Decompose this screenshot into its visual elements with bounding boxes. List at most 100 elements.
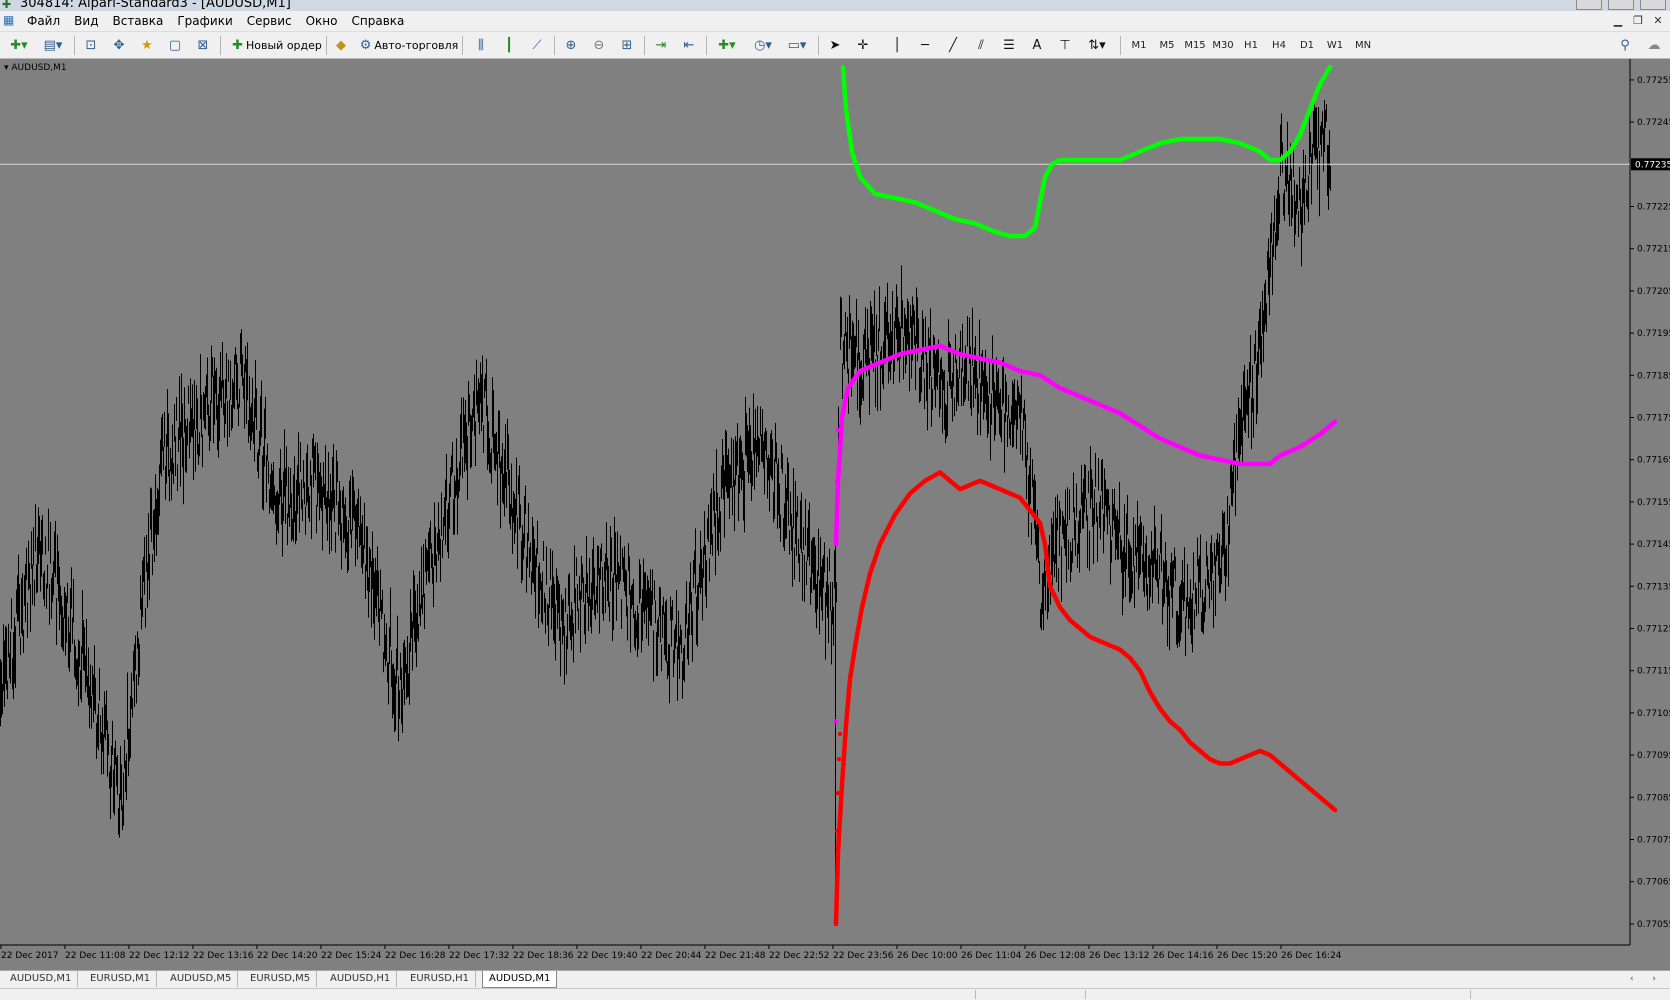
menu-view[interactable]: Вид [67,13,105,29]
zoom-out-button[interactable]: ⊖ [588,35,610,55]
trendline-button[interactable]: ╱ [942,35,964,55]
menu-file[interactable]: Файл [20,13,67,29]
fibonacci-button[interactable]: ☰ [998,35,1020,55]
editor-icon: ◆ [336,37,346,53]
text-button[interactable]: A [1026,35,1048,55]
tab-eurusd-m5[interactable]: EURUSD,M5 [244,971,318,987]
new-chart-button[interactable]: ✚▾ [4,35,34,55]
market-watch-button[interactable]: ⊡ [80,35,102,55]
auto-scroll-button[interactable]: ⇥ [650,35,672,55]
window-title: 304814: Alpari-Standard3 - [AUDUSD,M1] [20,0,291,11]
middle-band-dot [833,719,839,724]
text-label-button[interactable]: ⊤ [1054,35,1076,55]
candlestick-button[interactable]: ┃ [498,35,520,55]
time-tick-label: 26 Dec 16:24 [1281,951,1342,961]
timeframe-h4-button[interactable]: H4 [1266,35,1292,55]
price-tick-label: 0.77125 [1637,625,1670,635]
chart-window-icon[interactable]: ▦ [3,13,14,27]
tab-audusd-m5[interactable]: AUDUSD,M5 [164,971,239,987]
window-titlebar: ✚ 304814: Alpari-Standard3 - [AUDUSD,M1] [0,0,1670,11]
periods-button[interactable]: ◷▾ [748,35,778,55]
horizontal-line-button[interactable]: ─ [914,35,936,55]
autotrading-button[interactable]: ⚙ Авто-торговля [356,35,462,55]
tab-audusd-m1-active[interactable]: AUDUSD,M1 [482,971,558,988]
indicators-button[interactable]: ✚▾ [712,35,742,55]
mdi-restore-icon[interactable]: ❐ [1630,13,1646,28]
favorites-button[interactable]: ★ [136,35,158,55]
horizontal-line-icon: ─ [921,37,929,53]
menu-tools[interactable]: Сервис [240,13,299,29]
close-button[interactable] [1640,0,1666,10]
timeframe-mn-button[interactable]: MN [1350,35,1376,55]
time-tick-label: 22 Dec 21:48 [705,951,766,961]
timeframe-w1-button[interactable]: W1 [1322,35,1348,55]
chart-shift-icon: ⇤ [683,37,695,53]
navigator-button[interactable]: ✥ [108,35,130,55]
metaeditor-button[interactable]: ◆ [330,35,352,55]
chart-symbol-text: AUDUSD,M1 [11,63,67,73]
profiles-button[interactable]: ▤▾ [38,35,68,55]
timeframe-h1-button[interactable]: H1 [1238,35,1264,55]
indicators-icon: ✚▾ [718,37,736,53]
terminal-button[interactable]: ▢ [164,35,186,55]
price-tick-label: 0.77055 [1637,920,1670,930]
crosshair-button[interactable]: ✛ [852,35,874,55]
channel-button[interactable]: ⫽ [970,35,992,55]
vertical-line-button[interactable]: │ [886,35,908,55]
community-button[interactable]: ☁ [1642,35,1666,55]
price-tick-label: 0.77135 [1637,582,1670,592]
minimize-button[interactable] [1576,0,1602,10]
lower-band-dot [834,828,840,834]
chart-window[interactable]: 0.77255 0.77245 0.77235 0.77225 0.77215 0.772… [0,59,1670,970]
toolbar-separator [818,36,819,55]
timeframe-m15-button[interactable]: M15 [1182,35,1208,55]
tile-windows-icon: ⊞ [621,37,633,53]
window-controls [1576,0,1666,10]
status-bar [0,988,1670,1000]
bar-chart-icon: ⫼ [478,37,484,53]
toolbar-separator [326,36,327,55]
maximize-button[interactable] [1608,0,1634,10]
time-tick-label: 26 Dec 10:00 [897,951,958,961]
templates-icon: ▭▾ [787,37,807,53]
autotrading-icon: ⚙ [359,37,372,53]
timeframe-d1-button[interactable]: D1 [1294,35,1320,55]
tab-scroll-arrows[interactable]: ‹ › [1630,971,1664,987]
timeframe-m5-button[interactable]: M5 [1154,35,1180,55]
time-tick-label: 22 Dec 15:24 [321,951,382,961]
mdi-close-icon[interactable]: ✕ [1650,13,1666,28]
timeframe-m1-button[interactable]: M1 [1126,35,1152,55]
arrows-button[interactable]: ⇅▾ [1082,35,1112,55]
price-tick-label: 0.77185 [1637,371,1670,381]
tab-eurusd-m1[interactable]: EURUSD,M1 [84,971,158,987]
search-button[interactable]: ⚲ [1614,35,1636,55]
mdi-minimize-icon[interactable]: ▁ [1610,13,1626,28]
zoom-in-button[interactable]: ⊕ [560,35,582,55]
bar-chart-button[interactable]: ⫼ [470,35,492,55]
line-chart-button[interactable]: ⟋ [526,35,548,55]
timeframe-m30-button[interactable]: M30 [1210,35,1236,55]
tab-eurusd-h1[interactable]: EURUSD,H1 [404,971,477,987]
price-chart[interactable]: 0.77255 0.77245 0.77235 0.77225 0.77215 0.772… [0,59,1670,970]
tile-windows-button[interactable]: ⊞ [616,35,638,55]
tab-audusd-h1[interactable]: AUDUSD,H1 [324,971,398,987]
price-candles [0,97,1331,838]
middle-band-dot [835,427,841,433]
text-icon: A [1032,37,1042,53]
cursor-button[interactable]: ➤ [824,35,846,55]
tab-audusd-m1[interactable]: AUDUSD,M1 [4,971,79,987]
current-price-label: 0.77235 [1635,160,1670,170]
menu-help[interactable]: Справка [345,13,412,29]
toolbar-separator [644,36,645,55]
time-tick-label: 22 Dec 13:16 [193,951,254,961]
templates-button[interactable]: ▭▾ [782,35,812,55]
cursor-icon: ➤ [829,37,841,53]
tester-button[interactable]: ⊠ [192,35,214,55]
menu-insert[interactable]: Вставка [105,13,170,29]
new-order-button[interactable]: ✚ Новый ордер [226,35,328,55]
menu-charts[interactable]: Графики [170,13,239,29]
price-tick-label: 0.77075 [1637,836,1670,846]
magnifier-window-icon: ⊠ [197,37,209,53]
chart-shift-button[interactable]: ⇤ [678,35,700,55]
menu-window[interactable]: Окно [299,13,345,29]
